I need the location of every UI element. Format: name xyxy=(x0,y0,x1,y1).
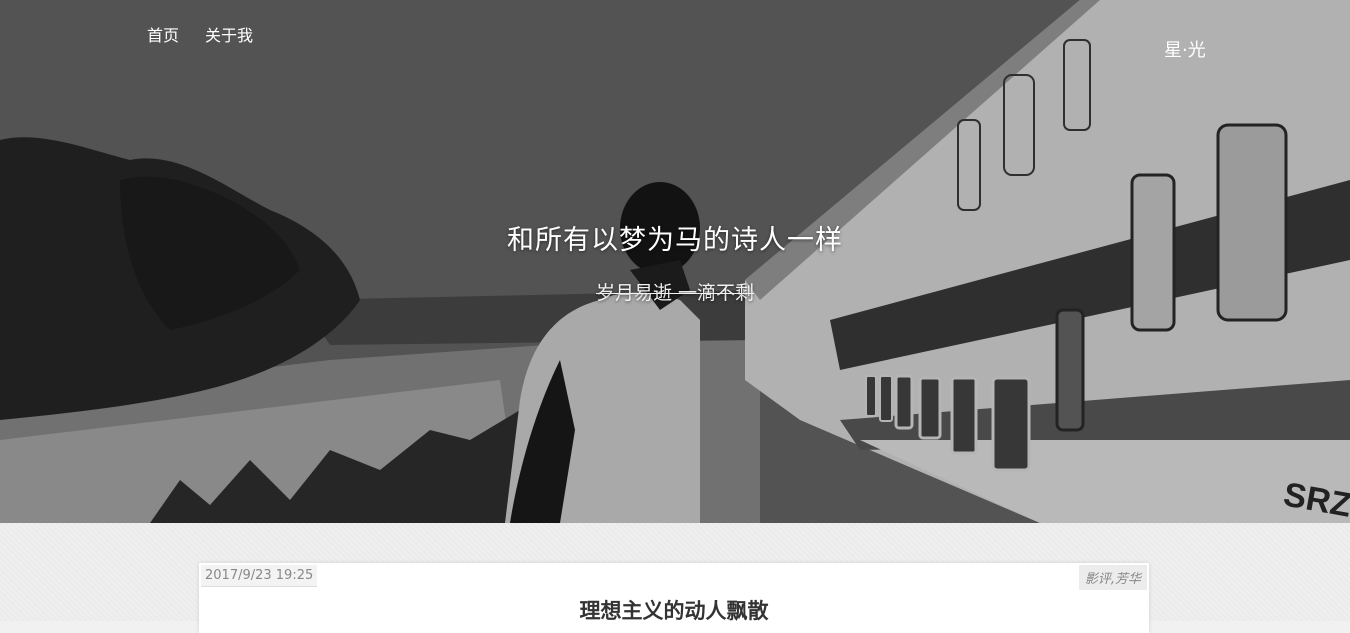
hero-subtitle: 岁月易逝 一滴不剩 xyxy=(595,282,755,304)
nav-item-home[interactable]: 首页 xyxy=(147,22,179,46)
hero-subtitle-wrapper: 岁月易逝 一滴不剩 xyxy=(0,278,1350,305)
hero-background-image: SRZ xyxy=(0,0,1350,523)
hero-title: 和所有以梦为马的诗人一样 xyxy=(507,225,843,256)
post-list: 2017/9/23 19:25 影评,芳华 理想主义的动人飘散 xyxy=(0,523,1350,633)
hero-banner: SRZ 首页 关于我 星·光 和所有以梦为马的诗人一样 岁月易逝 一滴不剩 xyxy=(0,0,1350,523)
post-date: 2017/9/23 19:25 xyxy=(201,565,318,587)
top-nav: 首页 关于我 xyxy=(147,22,253,46)
nav-item-about[interactable]: 关于我 xyxy=(205,22,253,46)
post-card[interactable]: 2017/9/23 19:25 影评,芳华 理想主义的动人飘散 xyxy=(199,563,1149,633)
site-brand[interactable]: 星·光 xyxy=(1164,36,1206,62)
post-tags[interactable]: 影评,芳华 xyxy=(1078,565,1147,590)
